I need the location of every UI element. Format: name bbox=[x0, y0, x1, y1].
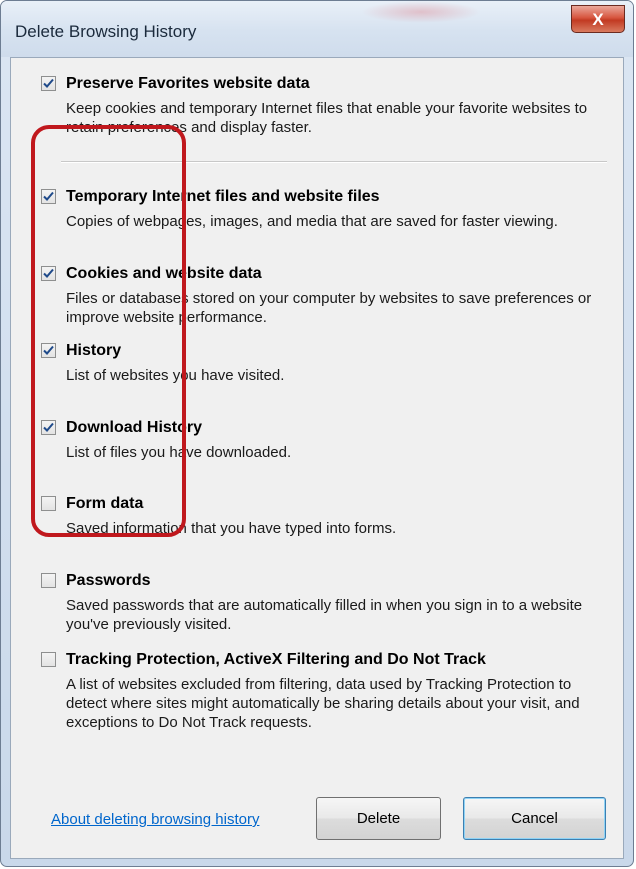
preserve-favorites-description: Keep cookies and temporary Internet file… bbox=[66, 100, 588, 136]
checkmark-icon bbox=[43, 422, 54, 432]
delete-button[interactable]: Delete bbox=[316, 797, 441, 840]
title-bar-glow bbox=[361, 1, 481, 23]
checkmark-icon bbox=[43, 191, 54, 201]
separator bbox=[61, 161, 607, 163]
close-icon: X bbox=[592, 9, 604, 29]
cookies-checkbox[interactable] bbox=[41, 266, 56, 281]
cookies-label[interactable]: Cookies and website data bbox=[66, 265, 262, 283]
passwords-label[interactable]: Passwords bbox=[66, 572, 150, 590]
tracking-protection-checkbox[interactable] bbox=[41, 652, 56, 667]
history-label[interactable]: History bbox=[66, 342, 121, 360]
passwords-description: Saved passwords that are automatically f… bbox=[66, 597, 583, 633]
cookies-description: Files or databases stored on your comput… bbox=[66, 290, 592, 326]
dialog-content: Preserve Favorites website data Keep coo… bbox=[10, 57, 624, 859]
temporary-files-description: Copies of webpages, images, and media th… bbox=[66, 213, 558, 230]
close-button[interactable]: X bbox=[571, 5, 625, 33]
delete-browsing-history-dialog: Delete Browsing History X Preserve Favor… bbox=[0, 0, 634, 867]
dialog-title: Delete Browsing History bbox=[15, 22, 197, 41]
passwords-checkbox[interactable] bbox=[41, 573, 56, 588]
download-history-description: List of files you have downloaded. bbox=[66, 444, 292, 461]
tracking-protection-description: A list of websites excluded from filteri… bbox=[66, 676, 580, 731]
history-description: List of websites you have visited. bbox=[66, 367, 285, 384]
checkmark-icon bbox=[43, 268, 54, 278]
download-history-checkbox[interactable] bbox=[41, 420, 56, 435]
preserve-favorites-label[interactable]: Preserve Favorites website data bbox=[66, 75, 310, 93]
preserve-favorites-checkbox[interactable] bbox=[41, 76, 56, 91]
cancel-button[interactable]: Cancel bbox=[463, 797, 606, 840]
annotation-highlight-box bbox=[31, 125, 186, 537]
temporary-files-checkbox[interactable] bbox=[41, 189, 56, 204]
checkmark-icon bbox=[43, 345, 54, 355]
tracking-protection-label[interactable]: Tracking Protection, ActiveX Filtering a… bbox=[66, 651, 486, 669]
form-data-description: Saved information that you have typed in… bbox=[66, 520, 397, 537]
download-history-label[interactable]: Download History bbox=[66, 419, 202, 437]
about-deleting-history-link[interactable]: About deleting browsing history bbox=[51, 811, 259, 828]
temporary-files-label[interactable]: Temporary Internet files and website fil… bbox=[66, 188, 380, 206]
form-data-label[interactable]: Form data bbox=[66, 495, 143, 513]
form-data-checkbox[interactable] bbox=[41, 496, 56, 511]
title-bar: Delete Browsing History X bbox=[1, 1, 633, 57]
history-checkbox[interactable] bbox=[41, 343, 56, 358]
checkmark-icon bbox=[43, 78, 54, 88]
